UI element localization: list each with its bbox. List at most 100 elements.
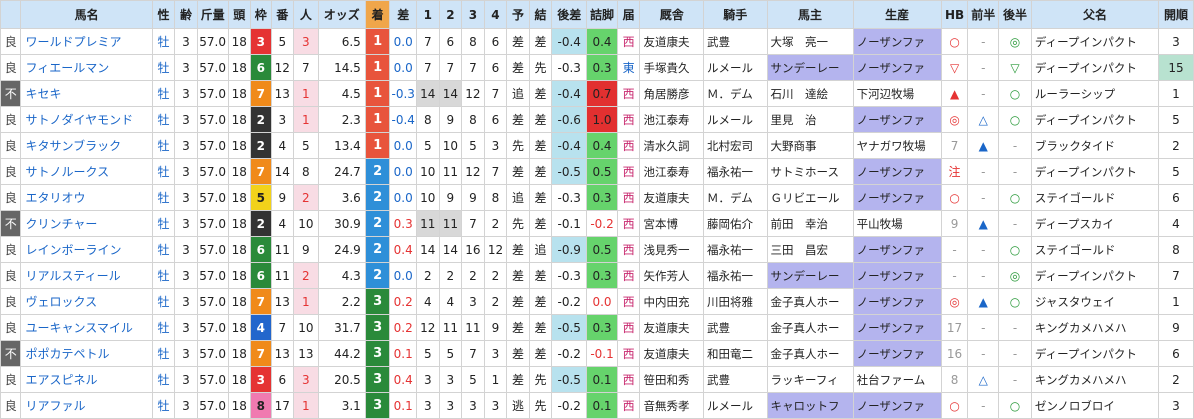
odds: 24.9	[317, 236, 366, 263]
column-header-13[interactable]: 2	[438, 0, 463, 29]
column-header-20[interactable]: 届	[616, 0, 641, 29]
table-row[interactable]: 良エアスピネル牡 3 57.0 18 3 6 3 20.5 3 0.4 3 3 5 1 差先 -0.5 0.1 西…	[0, 366, 1194, 393]
table-row[interactable]: 良フィエールマン牡 3 57.0 18 6 12 7 14.5 1 0.0 7 7 7 6 差先 -0.3 0.…	[0, 54, 1194, 81]
horse-name-link[interactable]: ワールドプレミア	[25, 35, 121, 49]
popularity: 13	[293, 340, 319, 367]
column-header-21[interactable]: 厩舎	[639, 0, 704, 29]
sex: 牡	[151, 54, 176, 81]
table-row[interactable]: 不ポポカテペトル牡 3 57.0 18 7 13 13 44.2 3 0.1 5 5 7 3 差差 -0.2-…	[0, 340, 1194, 367]
column-header-11[interactable]: 差	[389, 0, 418, 29]
horse-name-link[interactable]: エタリオウ	[25, 191, 85, 205]
field-size: 18	[227, 366, 252, 393]
column-header-7[interactable]: 番	[270, 0, 295, 29]
corner-2: 9	[438, 106, 463, 133]
track-condition: 良	[0, 288, 22, 315]
trainer: 友道康夫	[639, 28, 704, 55]
horse-name-link[interactable]: ヴェロックス	[25, 295, 97, 309]
horse-name-link[interactable]: フィエールマン	[25, 61, 109, 75]
table-row[interactable]: 不キセキ牡 3 57.0 18 7 13 1 4.5 1 -0.3 14 14 12 7 追差 -0.4 0.7…	[0, 80, 1194, 107]
trainer: 池江泰寿	[639, 158, 704, 185]
column-header-17[interactable]: 結	[528, 0, 553, 29]
popularity: 2	[293, 262, 319, 289]
popularity: 7	[293, 54, 319, 81]
column-header-9[interactable]: オッズ	[317, 0, 366, 29]
track-condition: 良	[0, 366, 22, 393]
sex: 牡	[151, 80, 176, 107]
column-header-18[interactable]: 後差	[551, 0, 588, 29]
horse-name-link[interactable]: サトノダイヤモンド	[25, 113, 133, 127]
column-header-19[interactable]: 詰脚	[586, 0, 618, 29]
corner-4: 2	[483, 288, 508, 315]
corner-3: 3	[461, 392, 485, 419]
horse-name-link[interactable]: リアルスティール	[25, 269, 120, 283]
corner-1: 5	[416, 340, 440, 367]
column-header-12[interactable]: 1	[416, 0, 440, 29]
column-header-24[interactable]: 生産	[852, 0, 942, 29]
column-header-8[interactable]: 人	[293, 0, 319, 29]
table-row[interactable]: 良キタサンブラック牡 3 57.0 18 2 4 5 13.4 1 0.0 5 10 5 3 先差 -0.4 0…	[0, 132, 1194, 159]
horse-name-link[interactable]: クリンチャー	[25, 217, 97, 231]
first-half-mark: △	[967, 366, 1000, 393]
breeder: ノーザンファ	[852, 158, 942, 185]
table-row[interactable]: 良ヴェロックス牡 3 57.0 18 7 13 1 2.2 3 0.2 4 4 3 2 差差 -0.2 0.0 西…	[0, 288, 1194, 315]
horse-name-link[interactable]: レインボーライン	[25, 243, 121, 257]
column-header-16[interactable]: 予	[506, 0, 530, 29]
table-row[interactable]: 良ワールドプレミア牡 3 57.0 18 3 5 3 6.5 1 0.0 7 6 8 6 差差 -0.4 0.4…	[0, 28, 1194, 55]
horse-name-link[interactable]: キセキ	[25, 87, 61, 101]
column-header-28[interactable]: 父名	[1030, 0, 1159, 29]
horse-name-link[interactable]: ユーキャンスマイル	[25, 321, 132, 335]
column-header-4[interactable]: 斤量	[196, 0, 229, 29]
table-row[interactable]: 良サトノルークス牡 3 57.0 18 7 14 8 24.7 2 0.0 10 11 12 7 差差 -0.…	[0, 158, 1194, 185]
table-row[interactable]: 良ユーキャンスマイル牡 3 57.0 18 4 7 10 31.7 3 0.2 12 11 11 9 差差 -…	[0, 314, 1194, 341]
trainer: 手塚貴久	[639, 54, 704, 81]
column-header-0[interactable]	[0, 0, 22, 29]
column-header-1[interactable]: 馬名	[20, 0, 153, 29]
column-header-3[interactable]: 齢	[174, 0, 198, 29]
table-row[interactable]: 良レインボーライン牡 3 57.0 18 6 11 9 24.9 2 0.4 14 14 16 12 差追 -…	[0, 236, 1194, 263]
closing-speed: 0.1	[586, 366, 618, 393]
trainer: 池江泰寿	[639, 106, 704, 133]
column-header-14[interactable]: 3	[461, 0, 485, 29]
column-header-27[interactable]: 後半	[998, 0, 1032, 29]
table-row[interactable]: 良エタリオウ牡 3 57.0 18 5 9 2 3.6 2 0.0 10 9 9 8 追差 -0.3 0.3 西友…	[0, 184, 1194, 211]
column-header-26[interactable]: 前半	[967, 0, 1000, 29]
corner-2: 11	[438, 314, 463, 341]
horse-name-link[interactable]: ポポカテペトル	[25, 347, 109, 361]
horse-name-link[interactable]: キタサンブラック	[25, 139, 121, 153]
column-header-23[interactable]: 馬主	[766, 0, 854, 29]
result-style: 差	[528, 314, 553, 341]
column-header-25[interactable]: HB	[940, 0, 969, 29]
column-header-22[interactable]: 騎手	[702, 0, 768, 29]
horse-name-link[interactable]: エアスピネル	[25, 373, 97, 387]
track-condition: 不	[0, 80, 22, 107]
closing-speed: 0.3	[586, 262, 618, 289]
waku-badge: 6	[250, 236, 272, 263]
table-row[interactable]: 良リアファル牡 3 57.0 18 8 17 1 3.1 3 0.1 3 3 3 3 逃先 -0.2 0.1 西音…	[0, 392, 1194, 419]
track-condition: 不	[0, 340, 22, 367]
corner-1: 3	[416, 366, 440, 393]
predicted-style: 逃	[506, 392, 530, 419]
table-row[interactable]: 良リアルスティール牡 3 57.0 18 6 11 2 4.3 2 0.0 2 2 2 2 差差 -0.3 0.…	[0, 262, 1194, 289]
table-row[interactable]: 良サトノダイヤモンド牡 3 57.0 18 2 3 1 2.3 1 -0.4 8 9 8 6 差差 -0.6 1…	[0, 106, 1194, 133]
closing-speed: -0.2	[586, 210, 618, 237]
horse-name-link[interactable]: サトノルークス	[25, 165, 109, 179]
column-header-15[interactable]: 4	[483, 0, 508, 29]
corner-2: 3	[438, 366, 463, 393]
table-row[interactable]: 不クリンチャー牡 3 57.0 18 2 4 10 30.9 2 0.3 11 11 7 2 先差 -0.1-…	[0, 210, 1194, 237]
column-header-5[interactable]: 頭	[227, 0, 252, 29]
column-header-10[interactable]: 着	[364, 0, 391, 29]
column-header-2[interactable]: 性	[151, 0, 176, 29]
jockey: 福永祐一	[702, 262, 768, 289]
predicted-style: 差	[506, 236, 530, 263]
hb-mark: -	[940, 236, 969, 263]
age: 3	[174, 340, 198, 367]
first-half-mark: -	[967, 184, 1000, 211]
column-header-6[interactable]: 枠	[250, 0, 272, 29]
column-header-29[interactable]: 開順	[1157, 0, 1194, 29]
horse-name-link[interactable]: リアファル	[25, 399, 85, 413]
horse-number: 13	[270, 288, 295, 315]
open-order: 3	[1157, 392, 1194, 419]
field-size: 18	[227, 80, 252, 107]
trainer: 宮本博	[639, 210, 704, 237]
closing-speed: 0.0	[586, 288, 618, 315]
